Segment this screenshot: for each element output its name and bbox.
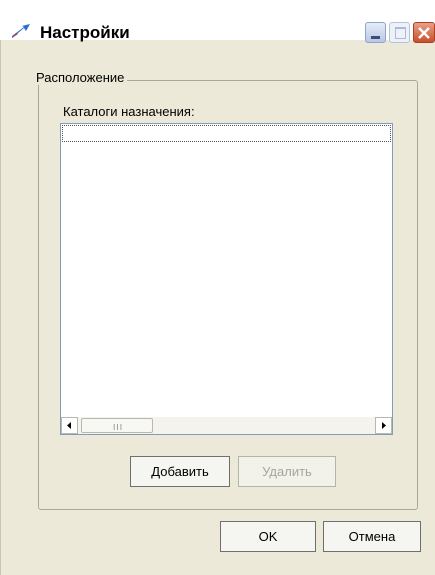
list-focus-row[interactable] — [62, 125, 391, 142]
close-icon — [418, 27, 430, 39]
destination-folders-list[interactable]: III — [60, 123, 393, 435]
location-group-label: Расположение — [33, 70, 128, 85]
ok-button[interactable]: OK — [220, 521, 316, 552]
destination-folders-label: Каталоги назначения: — [63, 104, 195, 119]
scroll-left-button[interactable] — [61, 417, 78, 434]
minimize-icon — [371, 36, 380, 39]
scroll-thumb[interactable]: III — [81, 418, 153, 433]
scroll-grip: III — [113, 423, 124, 432]
arrow-right-icon — [382, 422, 386, 429]
add-button[interactable]: Добавить — [130, 456, 230, 487]
arrow-left-icon — [67, 422, 71, 429]
cancel-button[interactable]: Отмена — [323, 521, 421, 552]
close-button[interactable] — [413, 22, 435, 43]
maximize-button[interactable] — [389, 22, 410, 43]
window-title: Настройки — [40, 23, 130, 42]
remove-button[interactable]: Удалить — [238, 456, 336, 487]
title-bar[interactable]: Настройки — [0, 0, 435, 43]
scroll-right-button[interactable] — [375, 417, 392, 434]
settings-arrow-icon — [10, 24, 32, 40]
maximize-icon — [395, 27, 406, 39]
horizontal-scrollbar[interactable]: III — [61, 417, 392, 434]
minimize-button[interactable] — [365, 22, 386, 43]
settings-dialog: Настройки Расположение Каталоги назначен… — [0, 0, 435, 575]
